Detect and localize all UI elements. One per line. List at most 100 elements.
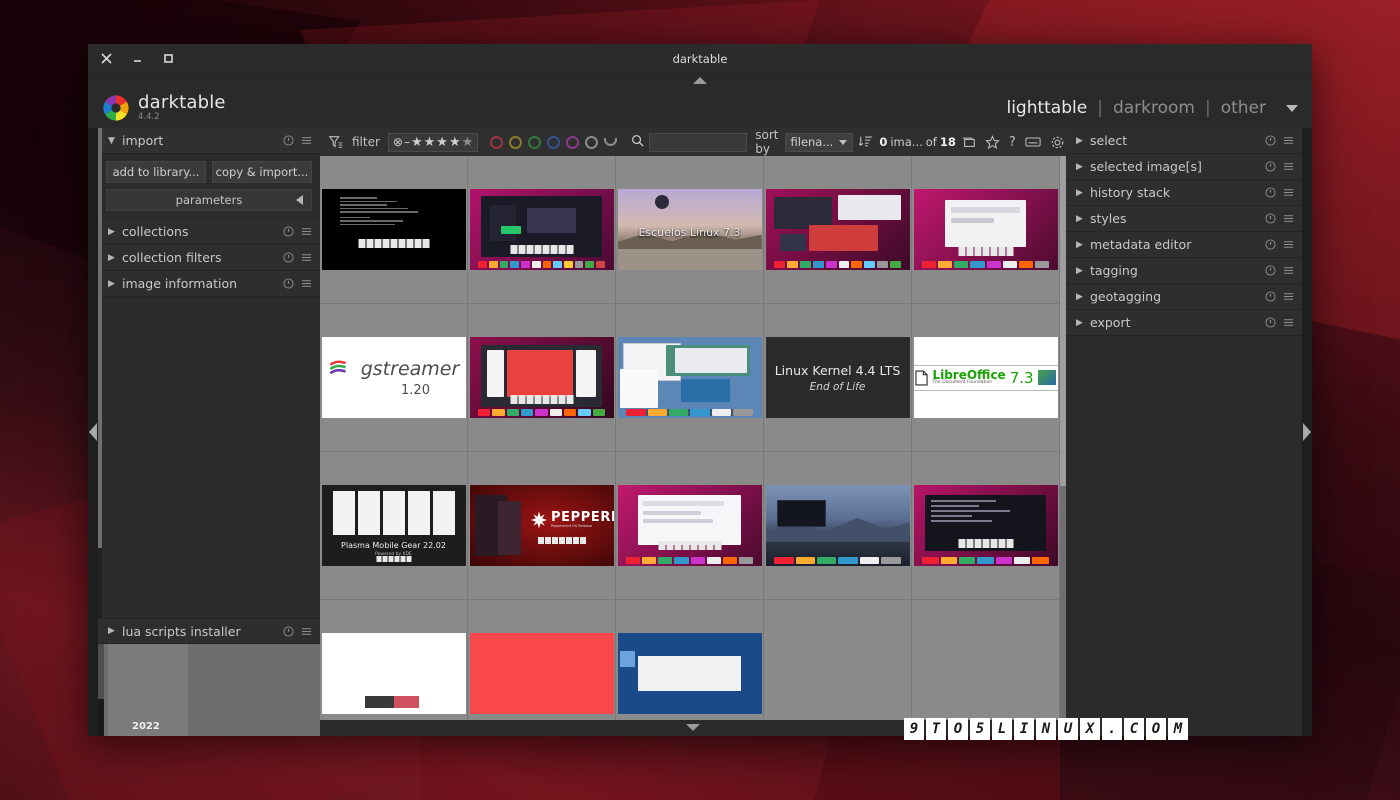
info-icon[interactable] [283,226,294,237]
thumbnail-cell[interactable]: Escuelos Linux 7.3 [616,156,764,304]
sidebar-item-collections[interactable]: ▶ collections [98,219,320,245]
sort-by-select[interactable]: filena... [785,133,854,152]
thumbnail-cell[interactable] [616,600,764,720]
thumbnail-cell[interactable]: gstreamer 1.20 [320,304,468,452]
timeline-scrollbar-thumb[interactable] [98,699,104,736]
sidebar-item-history-stack[interactable]: ▶ history stack [1066,180,1302,206]
presets-menu-icon[interactable] [301,626,312,637]
left-panel-scrollbar[interactable] [98,128,102,618]
color-label-blue-icon[interactable] [547,136,560,149]
thumbnail-cell[interactable] [320,600,468,720]
sidebar-item-lua-scripts-installer[interactable]: ▶ lua scripts installer [98,618,320,644]
rating-filter[interactable]: ⊗ – ★ ★ ★ ★ ★ [388,133,478,152]
thumbnail-cell[interactable] [912,600,1060,720]
top-panel-toggle[interactable] [88,74,1312,88]
thumbnail-cell[interactable] [764,156,912,304]
color-label-yellow-icon[interactable] [509,136,522,149]
presets-menu-icon[interactable] [1283,213,1294,224]
collection-stack-icon[interactable] [962,136,976,149]
presets-menu-icon[interactable] [1283,161,1294,172]
sort-direction-icon[interactable] [859,134,873,151]
import-parameters-row[interactable]: parameters [106,189,312,211]
left-panel-toggle[interactable] [88,128,98,736]
thumbnail-cell[interactable]: Plasma Mobile Gear 22.02 Powered by KDE [320,452,468,600]
color-label-red-icon[interactable] [490,136,503,149]
thumbnail-cell[interactable] [764,600,912,720]
thumbnail-cell[interactable] [320,156,468,304]
info-icon[interactable] [1265,239,1276,250]
help-icon[interactable]: ? [1009,135,1016,150]
tab-darkroom[interactable]: darkroom [1113,98,1195,118]
sidebar-item-import[interactable]: ▼ import [98,128,320,154]
add-to-library-button[interactable]: add to library... [106,161,206,183]
favorites-star-icon[interactable] [985,135,1000,150]
color-label-purple-icon[interactable] [566,136,579,149]
presets-menu-icon[interactable] [1283,135,1294,146]
presets-menu-icon[interactable] [301,252,312,263]
thumbnail-cell[interactable]: PEPPERMINT Peppermint OS Release [468,452,616,600]
thumbnail-cell[interactable] [912,156,1060,304]
thumbnail-cell[interactable]: Linux Kernel 4.4 LTS End of Life [764,304,912,452]
presets-menu-icon[interactable] [301,226,312,237]
info-icon[interactable] [1265,317,1276,328]
presets-menu-icon[interactable] [1283,187,1294,198]
preferences-gear-icon[interactable] [1050,135,1065,150]
star-5-icon[interactable]: ★ [462,136,474,149]
info-icon[interactable] [1265,161,1276,172]
close-icon[interactable] [100,52,113,65]
sidebar-item-geotagging[interactable]: ▶ geotagging [1066,284,1302,310]
info-icon[interactable] [1265,291,1276,302]
sidebar-item-selected-images[interactable]: ▶ selected image[s] [1066,154,1302,180]
presets-menu-icon[interactable] [1283,265,1294,276]
chevron-down-icon[interactable] [1286,105,1298,112]
thumbnail-cell[interactable]: LibreOffice The Document Foundation 7.3 [912,304,1060,452]
sidebar-item-image-information[interactable]: ▶ image information [98,271,320,297]
tab-other[interactable]: other [1221,98,1266,118]
shortcuts-keyboard-icon[interactable] [1025,136,1041,148]
presets-menu-icon[interactable] [301,135,312,146]
thumbnail-cell[interactable] [616,452,764,600]
star-4-icon[interactable]: ★ [449,136,461,149]
presets-menu-icon[interactable] [1283,317,1294,328]
star-2-icon[interactable]: ★ [424,136,436,149]
info-icon[interactable] [283,135,294,146]
info-icon[interactable] [283,278,294,289]
info-icon[interactable] [1265,187,1276,198]
presets-menu-icon[interactable] [301,278,312,289]
color-label-green-icon[interactable] [528,136,541,149]
sidebar-item-tagging[interactable]: ▶ tagging [1066,258,1302,284]
star-3-icon[interactable]: ★ [436,136,448,149]
color-label-gray-icon[interactable] [585,136,598,149]
sidebar-item-collection-filters[interactable]: ▶ collection filters [98,245,320,271]
sidebar-item-metadata-editor[interactable]: ▶ metadata editor [1066,232,1302,258]
search-input[interactable] [649,133,747,152]
info-icon[interactable] [1265,213,1276,224]
presets-menu-icon[interactable] [1283,239,1294,250]
presets-menu-icon[interactable] [1283,291,1294,302]
info-icon[interactable] [1265,135,1276,146]
thumbnail-cell[interactable] [912,452,1060,600]
reject-icon[interactable]: ⊗ [393,135,403,149]
thumbnail-cell[interactable] [468,600,616,720]
filter-funnel-icon[interactable] [328,134,344,150]
right-panel-toggle[interactable] [1302,128,1312,736]
thumbnail-cell[interactable] [616,304,764,452]
thumbnail-cell[interactable] [764,452,912,600]
star-1-icon[interactable]: ★ [411,136,423,149]
minimize-icon[interactable] [131,52,144,65]
search-icon[interactable] [631,134,644,150]
color-label-unlabeled-icon[interactable] [604,138,617,146]
lighttable-grid[interactable]: Escuelos Linux 7.3 [320,156,1066,720]
sidebar-item-styles[interactable]: ▶ styles [1066,206,1302,232]
timeline[interactable]: 2022 [98,644,320,736]
info-icon[interactable] [283,252,294,263]
sidebar-item-select[interactable]: ▶ select [1066,128,1302,154]
info-icon[interactable] [283,626,294,637]
copy-and-import-button[interactable]: copy & import... [212,161,312,183]
info-icon[interactable] [1265,265,1276,276]
tab-lighttable[interactable]: lighttable [1006,98,1087,118]
thumbnail-cell[interactable] [468,304,616,452]
maximize-icon[interactable] [162,52,175,65]
sidebar-item-export[interactable]: ▶ export [1066,310,1302,336]
thumbnail-cell[interactable] [468,156,616,304]
